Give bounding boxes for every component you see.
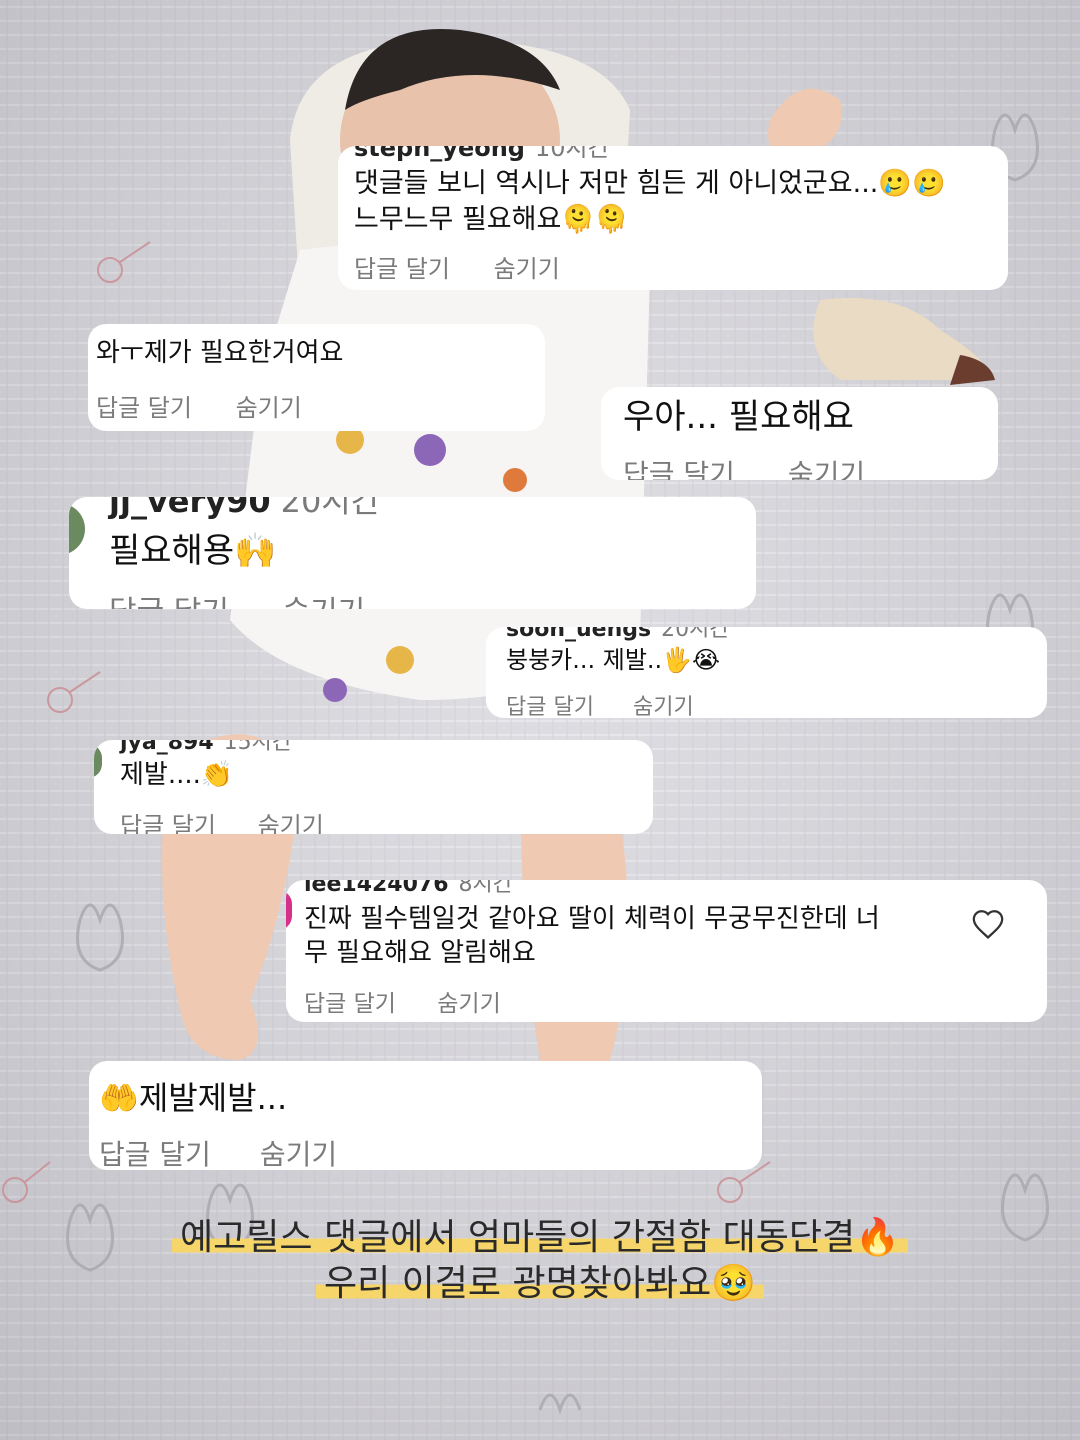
- comment-text: 제발....👏: [120, 760, 234, 790]
- reply-button[interactable]: 답글 달기: [96, 388, 192, 423]
- comment-username[interactable]: steph_yeong 10시간: [354, 146, 610, 160]
- avatar[interactable]: [94, 744, 102, 778]
- comment-text: 필요해용🙌: [109, 531, 277, 571]
- hide-button[interactable]: 숨기기: [258, 806, 324, 834]
- comment-card: steph_yeong 10시간 댓글들 보니 역시나 저만 힘든 게 아니었군요…: [338, 146, 1008, 290]
- comment-card: lee1424076 8시간 진짜 필수템일것 같아요 딸이 체력이 무궁무진한데…: [286, 880, 1047, 1022]
- comment-card: sooh_uengs 20시간 붕붕카... 제발..🖐😭 답글 달기 숨기기: [486, 627, 1047, 718]
- reply-button[interactable]: 답글 달기: [109, 587, 229, 609]
- comment-actions: 답글 달기 숨기기: [354, 249, 560, 284]
- comment-username[interactable]: jj_very90 20시간: [109, 497, 380, 517]
- comment-username[interactable]: sooh_uengs 20시간: [506, 627, 730, 641]
- avatar[interactable]: [69, 503, 85, 555]
- comment-username[interactable]: lee1424076 8시간: [304, 880, 513, 896]
- comment-actions: 답글 달기 숨기기: [96, 388, 302, 423]
- comment-time: 20시간: [661, 627, 730, 642]
- hide-button[interactable]: 숨기기: [494, 249, 560, 284]
- comment-card: 와ㅜ제가 필요한거여요 답글 달기 숨기기: [88, 324, 545, 431]
- comment-time: 10시간: [534, 146, 610, 162]
- comment-username[interactable]: jya_894 15시간: [120, 740, 292, 754]
- hide-button[interactable]: 숨기기: [633, 689, 694, 718]
- reply-button[interactable]: 답글 달기: [506, 689, 594, 718]
- reply-button[interactable]: 답글 달기: [354, 249, 450, 284]
- comment-actions: 답글 달기 숨기기: [506, 689, 694, 718]
- caption-highlight: 우리 이걸로 광명찾아봐요🥹: [315, 1263, 765, 1304]
- comment-text: 댓글들 보니 역시나 저만 힘든 게 아니었군요...🥲🥲 느무느무 필요해요🫠…: [354, 168, 946, 235]
- comment-text: 와ㅜ제가 필요한거여요: [96, 338, 344, 368]
- hide-button[interactable]: 숨기기: [437, 984, 500, 1018]
- comment-text: 붕붕카... 제발..🖐😭: [506, 646, 721, 674]
- reply-button[interactable]: 답글 달기: [99, 1133, 211, 1170]
- hide-button[interactable]: 숨기기: [260, 1133, 337, 1170]
- hide-button[interactable]: 숨기기: [236, 388, 302, 423]
- comment-actions: 답글 달기 숨기기: [120, 806, 324, 834]
- caption-line-2: 우리 이걸로 광명찾아봐요🥹: [0, 1254, 1080, 1306]
- reply-button[interactable]: 답글 달기: [623, 453, 735, 480]
- reply-button[interactable]: 답글 달기: [304, 984, 396, 1018]
- avatar[interactable]: [286, 890, 292, 930]
- comment-text: 진짜 필수템일것 같아요 딸이 체력이 무궁무진한데 너 무 필요해요 알림해요: [304, 904, 880, 969]
- caption-highlight: 예고릴스 댓글에서 엄마들의 간절함 대동단결🔥: [172, 1217, 908, 1258]
- heart-icon[interactable]: [971, 908, 1005, 940]
- comment-time: 20시간: [280, 497, 381, 520]
- comment-text: 🤲제발제발...: [99, 1079, 288, 1117]
- caption-line-1: 예고릴스 댓글에서 엄마들의 간절함 대동단결🔥: [0, 1208, 1080, 1260]
- comment-actions: 답글 달기 숨기기: [99, 1133, 337, 1170]
- comment-time: 15시간: [223, 740, 293, 755]
- comment-card: 우아... 필요해요 답글 달기 숨기기: [601, 387, 998, 480]
- comment-card: jya_894 15시간 제발....👏 답글 달기 숨기기: [94, 740, 653, 834]
- comment-actions: 답글 달기 숨기기: [109, 587, 365, 609]
- comment-actions: 답글 달기 숨기기: [304, 984, 501, 1018]
- comment-text: 우아... 필요해요: [623, 397, 854, 437]
- comment-actions: 답글 달기 숨기기: [623, 453, 865, 480]
- hide-button[interactable]: 숨기기: [788, 453, 865, 480]
- reply-button[interactable]: 답글 달기: [120, 806, 216, 834]
- comment-time: 8시간: [458, 880, 514, 897]
- comment-card: jj_very9020시간 필요해용🙌 답글 달기 숨기기: [69, 497, 756, 609]
- comment-card: 🤲제발제발... 답글 달기 숨기기: [89, 1061, 762, 1170]
- hide-button[interactable]: 숨기기: [282, 587, 365, 609]
